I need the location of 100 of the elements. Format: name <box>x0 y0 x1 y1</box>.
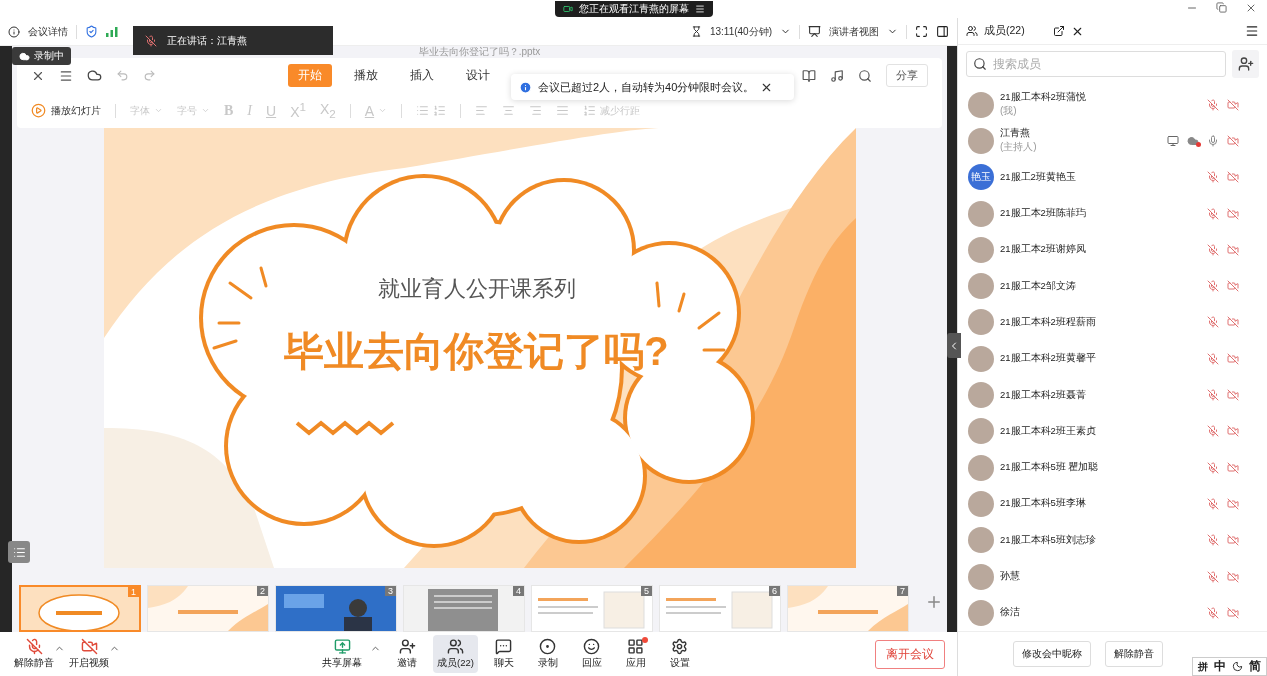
member-name: 孙慧 <box>1000 570 1021 584</box>
member-name: 21服工本科5班 瞿加聪 <box>1000 461 1100 475</box>
panel-button[interactable]: 修改会中昵称 <box>1012 641 1091 667</box>
restore-icon[interactable] <box>1216 2 1227 13</box>
menu-icon[interactable] <box>1245 24 1259 39</box>
avatar <box>968 273 994 300</box>
pop-out-icon[interactable] <box>1052 25 1065 38</box>
meeting-timer: 13:11(40分钟) <box>709 24 772 39</box>
video-off-icon <box>1227 606 1239 619</box>
collapse-handle[interactable] <box>947 333 961 358</box>
avatar <box>968 490 994 517</box>
menu-icon[interactable] <box>59 68 73 83</box>
shield-icon <box>85 25 98 38</box>
menu-icon <box>694 4 705 14</box>
add-slide-icon[interactable] <box>925 593 943 611</box>
toolbar-button[interactable]: 解除静音 <box>10 635 58 673</box>
ribbon-tab[interactable]: 播放 <box>344 64 388 87</box>
slide-thumbnail[interactable]: 5 <box>531 585 653 632</box>
toolbar-button[interactable]: 设置 <box>661 635 698 673</box>
panel-title: 成员(22) <box>984 24 1025 39</box>
search-icon[interactable] <box>858 68 872 83</box>
member-name: 21服工本2邹文涛 <box>1000 279 1077 293</box>
member-role: (主持人) <box>1000 140 1038 155</box>
notice-text: 会议已超过2人，自动转为40分钟限时会议。 <box>538 79 755 95</box>
muted-mic-icon <box>25 638 43 655</box>
video-off-icon <box>1227 135 1239 147</box>
slide-number: 1 <box>128 587 139 597</box>
toolbar-button[interactable]: 开启视频 <box>65 635 113 673</box>
slide-thumbnail[interactable]: 6 <box>659 585 781 632</box>
member-name: 21服工本科2班黄馨平 <box>1000 352 1097 366</box>
avatar <box>968 382 994 409</box>
avatar <box>968 128 994 154</box>
member-name: 21服工本科2班聂菁 <box>1000 388 1087 402</box>
avatar: 艳玉 <box>968 164 994 191</box>
slide-number: 3 <box>385 586 396 596</box>
members-icon <box>446 638 464 655</box>
add-person-icon <box>1237 56 1254 73</box>
video-off-icon <box>1227 570 1239 583</box>
slide-number: 7 <box>897 586 908 596</box>
reaction-icon <box>583 638 601 655</box>
member-name: 21服工2班黄艳玉 <box>1000 170 1077 184</box>
avatar <box>968 599 994 626</box>
panel-button[interactable]: 解除静音 <box>1104 641 1163 667</box>
slide-thumbnail[interactable]: 2 <box>147 585 269 632</box>
record-icon <box>539 638 557 655</box>
toolbar-button[interactable]: 邀请 <box>389 635 425 673</box>
avatar <box>968 91 994 118</box>
video-off-icon <box>1227 280 1239 293</box>
avatar <box>968 454 994 481</box>
presenter-view-icon <box>808 25 821 38</box>
toolbar-button[interactable]: 回应 <box>573 635 610 673</box>
slide-thumbnail[interactable]: 7 <box>787 585 909 632</box>
avatar <box>968 345 994 372</box>
toolbar-button[interactable]: 聊天 <box>485 635 522 673</box>
layout-icon[interactable] <box>936 25 949 38</box>
search-field[interactable]: 搜索成员 <box>966 51 1226 78</box>
avatar <box>968 309 994 336</box>
book-icon[interactable] <box>802 68 816 83</box>
video-off-icon <box>1227 497 1239 510</box>
banner-text: 您正在观看江青燕的屏幕 <box>578 2 689 16</box>
muted-mic-icon <box>145 34 157 47</box>
view-mode-dropdown[interactable]: 演讲者视图 <box>829 24 879 39</box>
toolbar-button[interactable]: 共享屏幕 <box>318 635 366 673</box>
meeting-details-link[interactable]: 会议详情 <box>28 24 68 39</box>
slide-thumbnail[interactable]: 3 <box>275 585 397 632</box>
slide-number: 4 <box>513 586 524 596</box>
avatar <box>968 236 994 263</box>
video-off-icon <box>1227 243 1239 256</box>
undo-icon[interactable] <box>116 69 129 82</box>
share-button[interactable]: 分享 <box>886 64 928 87</box>
toolbar-button[interactable]: 应用 <box>617 635 654 673</box>
member-name: 江青燕 <box>1000 127 1031 141</box>
member-name: 21服工本科2班程薪雨 <box>1000 315 1097 329</box>
video-off-icon <box>1227 461 1239 474</box>
play-slideshow-button[interactable]: 播放幻灯片 <box>31 103 101 118</box>
leave-meeting-button[interactable]: 离开会议 <box>875 639 945 669</box>
add-member-button[interactable] <box>1232 50 1259 79</box>
toolbar-button[interactable]: 录制 <box>529 635 566 673</box>
video-icon <box>562 4 573 14</box>
video-off-icon <box>1227 171 1239 184</box>
member-name: 21服工本科2班蒲悦 <box>1000 91 1087 105</box>
chat-icon <box>495 638 513 655</box>
ribbon-tab[interactable]: 插入 <box>400 64 444 87</box>
toolbar-button[interactable]: 成员(22) <box>433 635 478 673</box>
info-icon <box>519 80 532 94</box>
ime-language: 中 <box>1214 658 1226 675</box>
outline-button[interactable] <box>8 541 30 563</box>
member-name: 21服工本2班谢婷凤 <box>1000 243 1087 257</box>
cloud-icon <box>87 68 102 83</box>
fullscreen-icon[interactable] <box>915 25 928 38</box>
member-name: 21服工本科5班李琳 <box>1000 497 1087 511</box>
avatar <box>968 563 994 590</box>
play-icon <box>31 103 46 118</box>
moon-icon <box>1232 661 1243 672</box>
video-off-icon <box>1227 389 1239 402</box>
ribbon-tab[interactable]: 设计 <box>456 64 500 87</box>
members-icon <box>966 25 978 38</box>
member-role: (我) <box>1000 104 1018 119</box>
slide-thumbnail[interactable]: 4 <box>403 585 525 632</box>
redo-icon[interactable] <box>143 69 156 82</box>
